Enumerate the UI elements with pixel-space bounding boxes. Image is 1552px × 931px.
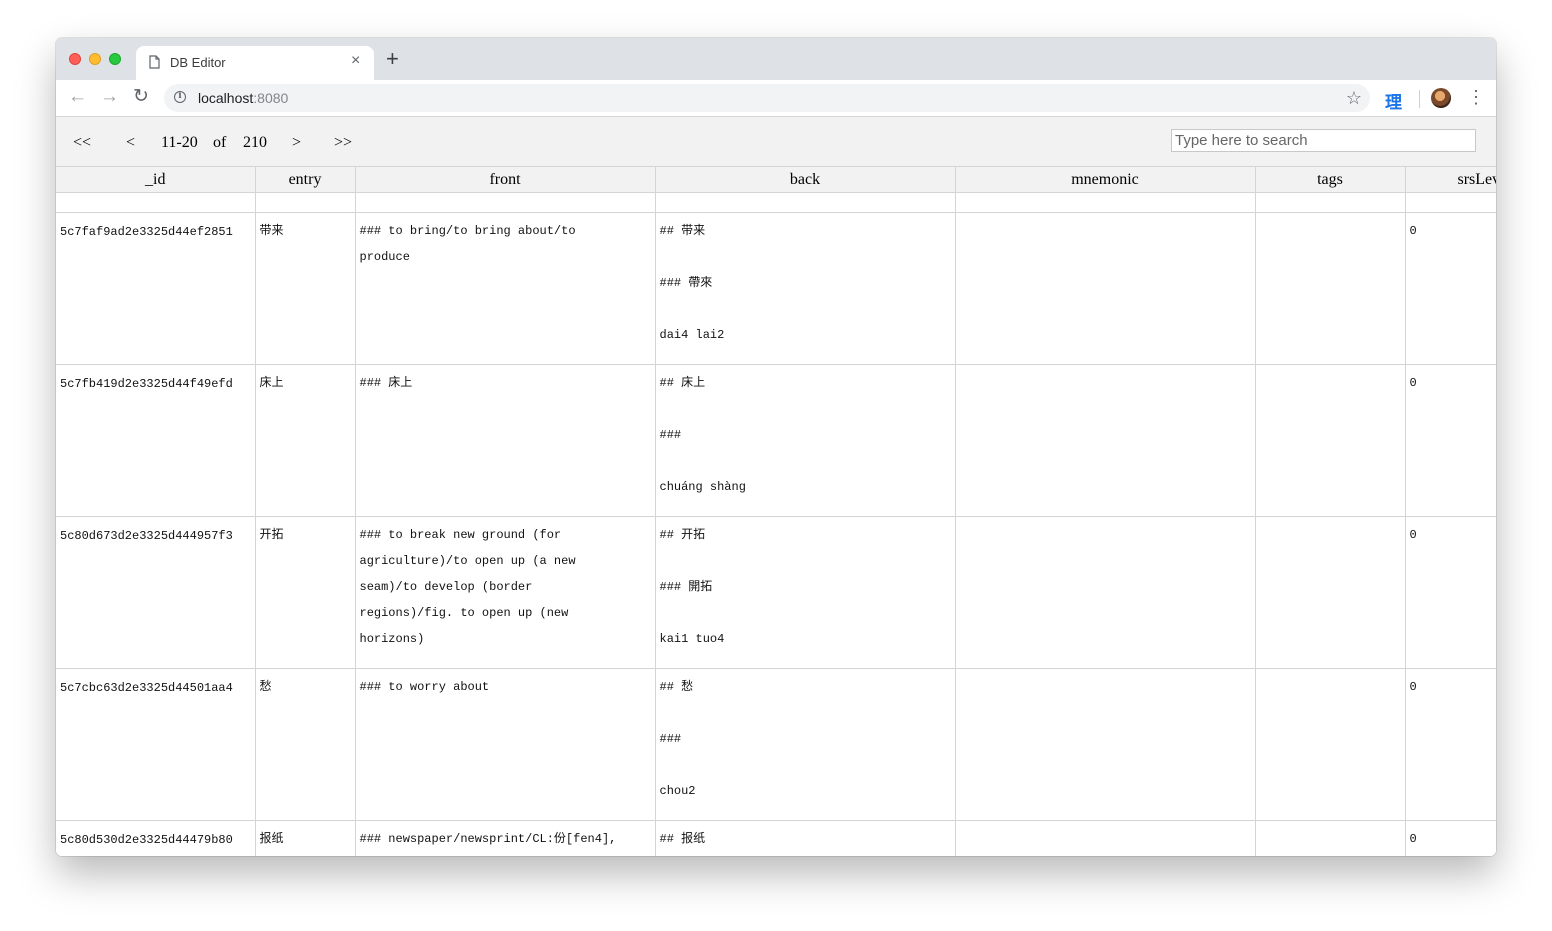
entry-cell[interactable]: 床上: [254, 364, 356, 517]
mnemonic-cell[interactable]: [954, 516, 1256, 669]
tab-db-editor[interactable]: DB Editor ×: [136, 46, 374, 80]
srslevel-cell[interactable]: 0: [1404, 668, 1496, 821]
url-host: localhost: [198, 90, 254, 106]
browser-window: DB Editor × + ← → ↻ i localhost:8080 ☆ 理…: [56, 38, 1496, 856]
tags-cell[interactable]: [1254, 212, 1406, 365]
entry-cell[interactable]: 开拓: [254, 516, 356, 669]
tags-cell[interactable]: [1254, 516, 1406, 669]
profile-avatar[interactable]: [1431, 88, 1451, 108]
column-header-srslevel[interactable]: srsLev: [1404, 167, 1496, 193]
back-cell[interactable]: ## 报纸: [654, 820, 956, 856]
minimize-window-button[interactable]: [89, 53, 101, 65]
back-arrow-icon[interactable]: ←: [68, 87, 87, 107]
new-tab-button[interactable]: +: [386, 48, 399, 70]
column-header-tags[interactable]: tags: [1254, 167, 1406, 193]
filter-cell[interactable]: [56, 192, 256, 213]
mnemonic-cell[interactable]: [954, 212, 1256, 365]
srslevel-cell[interactable]: 0: [1404, 364, 1496, 517]
tab-title: DB Editor: [170, 55, 226, 70]
id-cell[interactable]: 5c80d673d2e3325d444957f3: [56, 516, 256, 669]
filter-cell[interactable]: [1254, 192, 1406, 213]
toolbar-divider: [1419, 90, 1420, 108]
prev-page-button[interactable]: <: [126, 134, 135, 152]
entry-cell[interactable]: 报纸: [254, 820, 356, 856]
url-text[interactable]: localhost:8080: [198, 90, 288, 106]
pagination-bar: << < 11-20 of 210 > >>: [56, 117, 1496, 167]
column-header-front[interactable]: front: [354, 167, 656, 193]
browser-toolbar: ← → ↻ i localhost:8080 ☆ 理 ⋮: [56, 80, 1496, 117]
entry-cell[interactable]: 愁: [254, 668, 356, 821]
front-cell[interactable]: ### to break new ground (for agriculture…: [354, 516, 656, 669]
srslevel-cell[interactable]: 0: [1404, 212, 1496, 365]
page-icon: [149, 55, 160, 69]
tags-cell[interactable]: [1254, 820, 1406, 856]
filter-cell[interactable]: [354, 192, 656, 213]
table-row: 5c7faf9ad2e3325d44ef2851 带来 ### to bring…: [56, 212, 1496, 365]
page-range: 11-20: [161, 134, 198, 151]
front-cell[interactable]: ### to worry about: [354, 668, 656, 821]
close-window-button[interactable]: [69, 53, 81, 65]
filter-cell[interactable]: [954, 192, 1256, 213]
tab-strip: DB Editor × +: [56, 38, 1496, 80]
url-port: :8080: [253, 90, 289, 106]
first-page-button[interactable]: <<: [73, 134, 91, 152]
records-table: _id entry front back mnemonic tags srsLe…: [56, 167, 1496, 856]
filter-cell[interactable]: [654, 192, 956, 213]
entry-cell[interactable]: 带来: [254, 212, 356, 365]
id-cell[interactable]: 5c7fb419d2e3325d44f49efd: [56, 364, 256, 517]
column-header-mnemonic[interactable]: mnemonic: [954, 167, 1256, 193]
extension-icon[interactable]: 理: [1385, 88, 1402, 113]
forward-arrow-icon[interactable]: →: [100, 87, 119, 107]
back-cell[interactable]: ## 开拓 ### 開拓 kai1 tuo4: [654, 516, 956, 669]
column-header-id[interactable]: _id: [56, 167, 256, 193]
id-cell[interactable]: 5c80d530d2e3325d44479b80: [56, 820, 256, 856]
filter-cell[interactable]: [254, 192, 356, 213]
last-page-button[interactable]: >>: [334, 134, 352, 152]
table-row: 5c80d673d2e3325d444957f3 开拓 ### to break…: [56, 516, 1496, 669]
maximize-window-button[interactable]: [109, 53, 121, 65]
tags-cell[interactable]: [1254, 364, 1406, 517]
menu-kebab-icon[interactable]: ⋮: [1467, 87, 1485, 107]
reload-icon[interactable]: ↻: [133, 87, 149, 107]
bookmark-star-icon[interactable]: ☆: [1346, 88, 1362, 109]
id-cell[interactable]: 5c7faf9ad2e3325d44ef2851: [56, 212, 256, 365]
back-cell[interactable]: ## 带来 ### 帶來 dai4 lai2: [654, 212, 956, 365]
front-cell[interactable]: ### newspaper/newsprint/CL:份[fen4], 期[qi…: [354, 820, 656, 856]
page-of-label: of: [213, 134, 227, 151]
mnemonic-cell[interactable]: [954, 668, 1256, 821]
header-row: _id entry front back mnemonic tags srsLe…: [56, 167, 1496, 193]
search-input[interactable]: [1171, 129, 1476, 152]
back-cell[interactable]: ## 床上 ### chuáng shàng: [654, 364, 956, 517]
table-row: 5c7cbc63d2e3325d44501aa4 愁 ### to worry …: [56, 668, 1496, 821]
next-page-button[interactable]: >: [292, 134, 301, 152]
srslevel-cell[interactable]: 0: [1404, 516, 1496, 669]
table-row: 5c7fb419d2e3325d44f49efd 床上 ### 床上 ## 床上…: [56, 364, 1496, 517]
mnemonic-cell[interactable]: [954, 364, 1256, 517]
filter-cell[interactable]: [1404, 192, 1496, 213]
page-content: << < 11-20 of 210 > >> _id entry front b…: [56, 117, 1496, 856]
mnemonic-cell[interactable]: [954, 820, 1256, 856]
column-header-back[interactable]: back: [654, 167, 956, 193]
id-cell[interactable]: 5c7cbc63d2e3325d44501aa4: [56, 668, 256, 821]
address-bar[interactable]: i localhost:8080 ☆: [164, 84, 1370, 112]
front-cell[interactable]: ### 床上: [354, 364, 656, 517]
close-icon[interactable]: ×: [351, 52, 360, 70]
front-cell[interactable]: ### to bring/to bring about/to produce: [354, 212, 656, 365]
srslevel-cell[interactable]: 0: [1404, 820, 1496, 856]
page-total: 210: [243, 134, 267, 151]
table-row: 5c80d530d2e3325d44479b80 报纸 ### newspape…: [56, 820, 1496, 856]
filter-row: [56, 192, 1496, 213]
tags-cell[interactable]: [1254, 668, 1406, 821]
info-icon[interactable]: i: [174, 91, 186, 103]
column-header-entry[interactable]: entry: [254, 167, 356, 193]
back-cell[interactable]: ## 愁 ### chou2: [654, 668, 956, 821]
